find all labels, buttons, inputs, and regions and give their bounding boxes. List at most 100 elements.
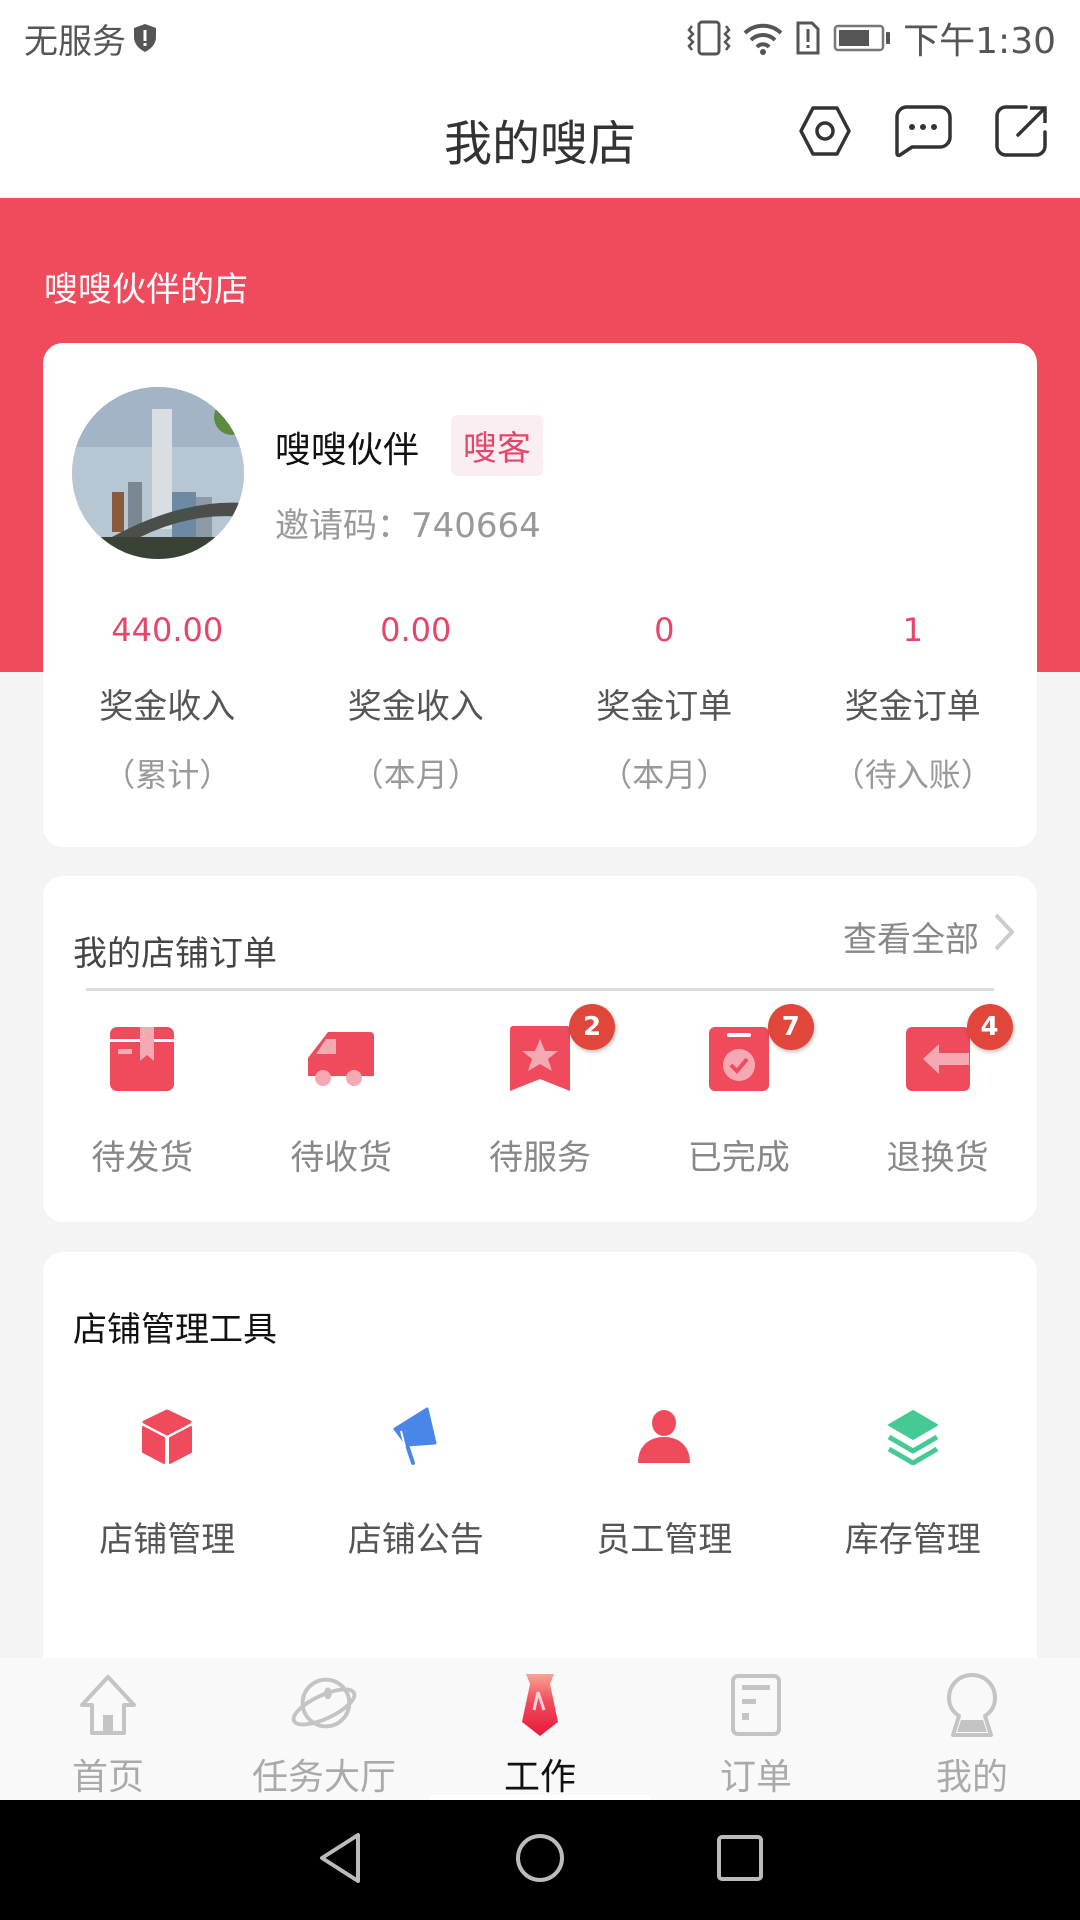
home-circle-icon — [514, 1832, 566, 1888]
stat-label: 奖金订单 — [596, 687, 733, 727]
home-icon — [73, 1672, 143, 1738]
shop-name: 嗖嗖伙伴的店 — [44, 270, 248, 310]
shield-alert-icon — [132, 23, 158, 53]
tab-mine[interactable]: 我的 — [864, 1658, 1080, 1800]
user-role-badge: 嗖客 — [451, 415, 543, 476]
wifi-icon — [743, 21, 783, 55]
share-button[interactable] — [992, 104, 1050, 162]
tool-shop-announcement[interactable]: 店铺公告 — [292, 1402, 541, 1561]
shop-orders-card: 我的店铺订单 查看全部 待发货 待收货 2 待服务 7 已完成 4 退换货 — [43, 876, 1037, 1222]
tool-label: 店铺公告 — [347, 1520, 484, 1560]
cube-icon — [132, 1402, 202, 1472]
tool-staff-management[interactable]: 员工管理 — [540, 1402, 789, 1561]
truck-icon — [306, 1030, 376, 1092]
stat-month-bonus[interactable]: 0.00 奖金收入 （本月） — [292, 605, 541, 796]
order-item-pending-service[interactable]: 2 待服务 — [441, 1004, 640, 1179]
tab-work[interactable]: 工作 — [432, 1658, 648, 1800]
external-link-icon — [994, 104, 1048, 162]
view-all-link[interactable]: 查看全部 — [843, 912, 1015, 961]
stat-label: 奖金订单 — [844, 687, 981, 727]
order-label: 退换货 — [886, 1138, 989, 1178]
stat-label: 奖金收入 — [347, 687, 484, 727]
invite-label: 邀请码： — [275, 506, 411, 546]
recents-button[interactable] — [710, 1830, 770, 1890]
stat-value: 1 — [902, 611, 923, 649]
order-label: 已完成 — [687, 1138, 790, 1178]
tie-icon — [505, 1672, 575, 1738]
stat-value: 0.00 — [380, 611, 452, 649]
stats-row: 440.00 奖金收入 （累计） 0.00 奖金收入 （本月） 0 奖金订单 （… — [43, 605, 1037, 796]
package-icon — [108, 1025, 176, 1097]
tool-label: 店铺管理 — [99, 1520, 236, 1560]
return-arrow-icon — [905, 1026, 971, 1096]
stat-label: 奖金收入 — [99, 687, 236, 727]
stat-total-bonus[interactable]: 440.00 奖金收入 （累计） — [43, 605, 292, 796]
messages-button[interactable] — [894, 104, 952, 162]
screen: 无服务 下午1:30 我的嗖店 嗖嗖伙伴的店 嗖嗖伙伴 嗖客 邀请码：74066… — [0, 0, 1080, 1920]
tab-label: 首页 — [71, 1757, 144, 1798]
document-icon — [721, 1672, 791, 1738]
status-bar: 无服务 下午1:30 — [0, 0, 1080, 76]
app-header: 我的嗖店 — [0, 76, 1080, 198]
avatar[interactable] — [72, 387, 244, 559]
tool-label: 库存管理 — [844, 1520, 981, 1560]
section-title: 我的店铺订单 — [73, 934, 277, 974]
order-label: 待收货 — [290, 1138, 393, 1178]
bottom-tab-bar: 首页 任务大厅 工作 订单 我的 — [0, 1658, 1080, 1800]
person-icon — [629, 1402, 699, 1472]
stat-month-orders[interactable]: 0 奖金订单 （本月） — [540, 605, 789, 796]
order-count-badge: 7 — [767, 1004, 814, 1050]
hexagon-settings-icon — [798, 105, 852, 161]
back-triangle-icon — [318, 1832, 362, 1888]
invite-code: 邀请码：740664 — [275, 498, 541, 547]
back-button[interactable] — [310, 1830, 370, 1890]
stat-sub: （本月） — [600, 756, 729, 794]
battery-icon — [833, 24, 891, 52]
stat-pending-orders[interactable]: 1 奖金订单 （待入账） — [789, 605, 1038, 796]
megaphone-icon — [381, 1402, 451, 1472]
stat-sub: （待入账） — [832, 756, 993, 794]
tool-shop-management[interactable]: 店铺管理 — [43, 1402, 292, 1561]
divider — [86, 988, 994, 991]
sim-alert-icon — [795, 21, 821, 55]
home-button[interactable] — [510, 1830, 570, 1890]
system-nav-bar — [0, 1800, 1080, 1920]
invite-code-value: 740664 — [411, 506, 541, 546]
order-label: 待服务 — [488, 1138, 591, 1178]
order-item-completed[interactable]: 7 已完成 — [639, 1004, 838, 1179]
order-item-pending-receive[interactable]: 待收货 — [242, 1026, 441, 1179]
tab-label: 工作 — [503, 1757, 576, 1798]
order-count-badge: 4 — [966, 1004, 1013, 1050]
vibrate-icon — [687, 20, 731, 56]
section-title: 店铺管理工具 — [73, 1310, 277, 1350]
carrier-text: 无服务 — [24, 21, 126, 62]
tab-label: 任务大厅 — [251, 1757, 396, 1798]
clock-text: 下午1:30 — [903, 21, 1056, 62]
stat-value: 440.00 — [111, 611, 224, 649]
recents-square-icon — [716, 1834, 764, 1886]
tool-label: 员工管理 — [596, 1520, 733, 1560]
user-name: 嗖嗖伙伴 — [275, 430, 420, 471]
star-bookmark-icon — [508, 1025, 572, 1097]
tab-label: 我的 — [935, 1757, 1008, 1798]
view-all-label: 查看全部 — [843, 920, 979, 960]
tool-inventory-management[interactable]: 库存管理 — [789, 1402, 1038, 1561]
layers-icon — [878, 1402, 948, 1472]
profile-icon — [937, 1672, 1007, 1738]
stat-sub: （本月） — [351, 756, 480, 794]
tab-task-hall[interactable]: 任务大厅 — [216, 1658, 432, 1800]
order-item-returns[interactable]: 4 退换货 — [838, 1004, 1037, 1179]
order-count-badge: 2 — [568, 1004, 615, 1050]
stat-value: 0 — [654, 611, 675, 649]
check-clipboard-icon — [707, 1025, 771, 1097]
tab-home[interactable]: 首页 — [0, 1658, 216, 1800]
order-label: 待发货 — [91, 1138, 194, 1178]
settings-button[interactable] — [796, 104, 854, 162]
planet-icon — [289, 1672, 359, 1738]
tab-orders[interactable]: 订单 — [648, 1658, 864, 1800]
profile-card: 嗖嗖伙伴 嗖客 邀请码：740664 440.00 奖金收入 （累计） 0.00… — [43, 343, 1037, 847]
order-item-pending-ship[interactable]: 待发货 — [43, 1026, 242, 1179]
chat-bubble-icon — [894, 104, 952, 162]
tab-label: 订单 — [719, 1757, 792, 1798]
stat-sub: （累计） — [103, 756, 232, 794]
